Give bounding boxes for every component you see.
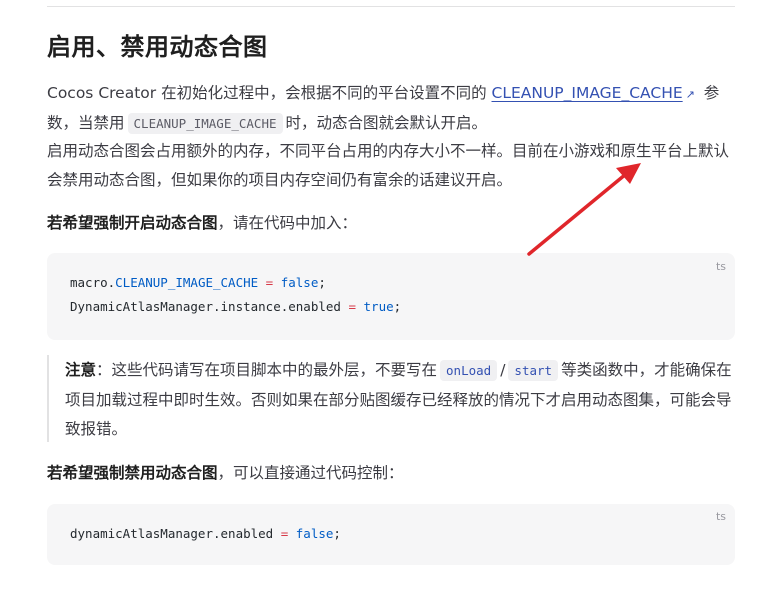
intro-text-before: Cocos Creator 在初始化过程中，会根据不同的平台设置不同的 [47, 84, 492, 102]
note-slash: / [500, 361, 506, 379]
note-label: 注意 [65, 361, 97, 379]
note-text: 注意：这些代码请写在项目脚本中的最外层，不要写在 onLoad / start 等类函数… [65, 356, 735, 445]
code-token: macro. [70, 275, 116, 290]
code-token: DynamicAtlasManager.instance.enabled [70, 299, 341, 314]
code-token: true [363, 299, 394, 314]
code-language-label: ts [715, 510, 726, 523]
memory-paragraph: 启用动态合图会占用额外的内存，不同平台占用的内存大小不一样。目前在小游戏和原生平… [47, 142, 730, 189]
code-token: false [280, 275, 319, 290]
intro-paragraph: Cocos Creator 在初始化过程中，会根据不同的平台设置不同的 CLEA… [47, 79, 737, 138]
code-block-enable: ts macro.CLEANUP_IMAGE_CACHE = false; Dy… [47, 253, 735, 340]
code-token: ; [318, 275, 326, 290]
disable-instruction-rest: ，可以直接通过代码控制： [217, 464, 404, 482]
section-divider [47, 6, 735, 7]
enable-instruction: 若希望强制开启动态合图，请在代码中加入： [47, 209, 737, 238]
code-line: DynamicAtlasManager.instance.enabled = t… [70, 299, 401, 314]
code-block-disable: ts dynamicAtlasManager.enabled = false; [47, 504, 735, 565]
section-heading: 启用、禁用动态合图 [47, 33, 268, 61]
inline-code-cleanup-image-cache: CLEANUP_IMAGE_CACHE [127, 113, 283, 134]
inline-code-onload: onLoad [440, 360, 498, 381]
inline-code-start: start [508, 360, 559, 381]
disable-instruction: 若希望强制禁用动态合图，可以直接通过代码控制： [47, 459, 737, 488]
external-link-icon: ↗ [685, 88, 695, 101]
cleanup-image-cache-link[interactable]: CLEANUP_IMAGE_CACHE [492, 84, 683, 102]
note-part: ：这些代码请写在项目脚本中的最外层，不要写在 [96, 361, 438, 379]
code-token: ; [393, 299, 402, 314]
code-token: CLEANUP_IMAGE_CACHE [115, 275, 259, 290]
disable-instruction-strong: 若希望强制禁用动态合图 [47, 464, 218, 482]
code-language-label: ts [715, 260, 726, 273]
enable-instruction-strong: 若希望强制开启动态合图 [47, 214, 218, 232]
code-token: = [258, 275, 281, 290]
code-line: macro.CLEANUP_IMAGE_CACHE = false; [70, 275, 326, 290]
enable-instruction-rest: ，请在代码中加入： [217, 214, 358, 232]
code-token: = [340, 299, 364, 314]
note-block: 注意：这些代码请写在项目脚本中的最外层，不要写在 onLoad / start 等类函数… [47, 355, 737, 442]
intro-text-after: 时，动态合图就会默认开启。 [285, 114, 488, 132]
code-token: false [295, 526, 334, 541]
code-token: ; [333, 526, 341, 541]
code-line: dynamicAtlasManager.enabled = false; [70, 526, 341, 541]
code-token: dynamicAtlasManager.enabled [70, 526, 274, 541]
code-token: = [273, 526, 296, 541]
